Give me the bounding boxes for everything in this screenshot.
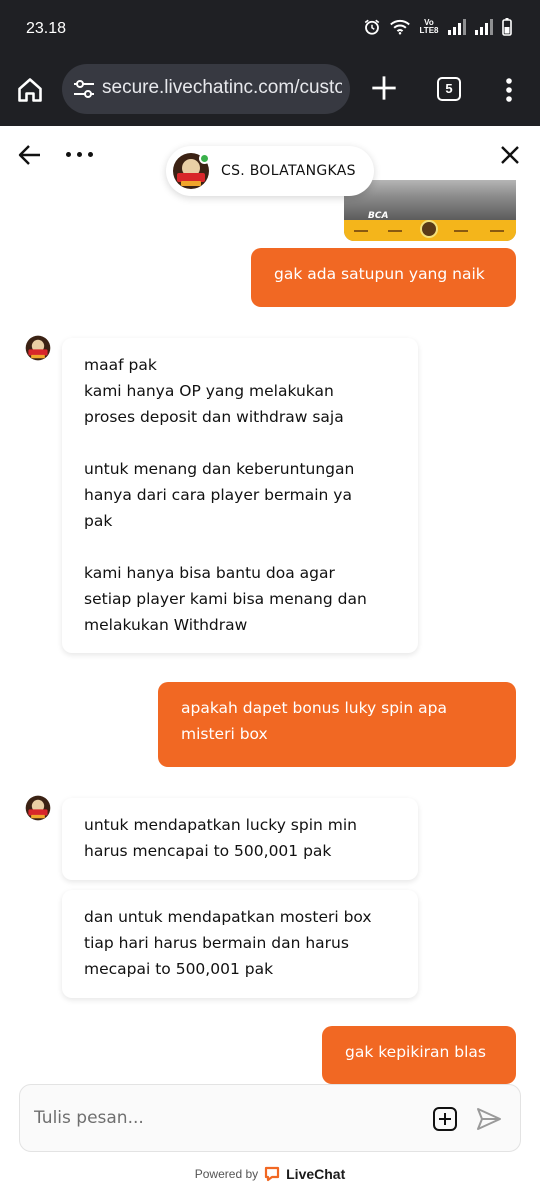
agent-info-pill[interactable]: CS. BOLATANGKAS (166, 146, 374, 196)
signal-icon-2 (475, 19, 493, 35)
battery-icon (502, 18, 512, 36)
tab-count: 5 (445, 81, 453, 96)
attachment-add-icon[interactable] (433, 1107, 457, 1131)
tab-switcher-button[interactable]: 5 (437, 77, 461, 101)
browser-menu-icon[interactable] (504, 78, 514, 102)
signal-icon (448, 19, 466, 35)
url-text: secure.livechatinc.com/customer (102, 77, 342, 98)
browser-toolbar: secure.livechatinc.com/customer 5 (0, 58, 540, 126)
message-input[interactable] (34, 1103, 414, 1133)
status-icons: Vo LTE8 (363, 18, 512, 36)
attachment-center-icon (420, 220, 438, 238)
send-icon[interactable] (476, 1107, 502, 1131)
attachment-nav-item (454, 230, 468, 232)
agent-message: untuk mendapatkan lucky spin min harus m… (62, 798, 418, 880)
attachment-nav-item (490, 230, 504, 232)
new-tab-icon[interactable] (370, 74, 398, 102)
livechat-logo-icon (265, 1166, 280, 1182)
agent-message: maaf pak kami hanya OP yang melakukan pr… (62, 338, 418, 653)
status-time: 23.18 (26, 20, 67, 37)
customer-message: gak ada satupun yang naik (251, 248, 516, 307)
customer-message: apakah dapet bonus luky spin apa misteri… (158, 682, 516, 767)
agent-name: CS. BOLATANGKAS (221, 163, 356, 179)
agent-message: dan untuk mendapatkan mosteri box tiap h… (62, 890, 418, 998)
image-attachment[interactable]: BCA (344, 180, 516, 241)
agent-message-avatar (25, 335, 51, 361)
site-settings-icon[interactable] (72, 78, 96, 100)
back-arrow-icon[interactable] (18, 144, 42, 166)
message-composer (19, 1084, 521, 1152)
attachment-nav-item (354, 230, 368, 232)
alarm-icon (364, 19, 380, 35)
wifi-icon (390, 19, 410, 35)
agent-message-avatar (25, 795, 51, 821)
status-bar: 23.18 Vo LTE8 (0, 0, 540, 58)
powered-by-footer: Powered by LiveChat (0, 1166, 540, 1182)
attachment-nav-item (388, 230, 402, 232)
online-status-dot (199, 153, 210, 164)
customer-message: gak kepikiran blas (322, 1026, 516, 1084)
home-icon[interactable] (16, 76, 44, 104)
close-icon[interactable] (500, 145, 520, 165)
more-options-icon[interactable] (66, 152, 93, 157)
livechat-brand[interactable]: LiveChat (286, 1166, 345, 1182)
powered-by-text: Powered by (194, 1167, 259, 1181)
network-type-label: Vo LTE8 (419, 18, 439, 35)
address-bar[interactable]: secure.livechatinc.com/customer (62, 64, 350, 114)
